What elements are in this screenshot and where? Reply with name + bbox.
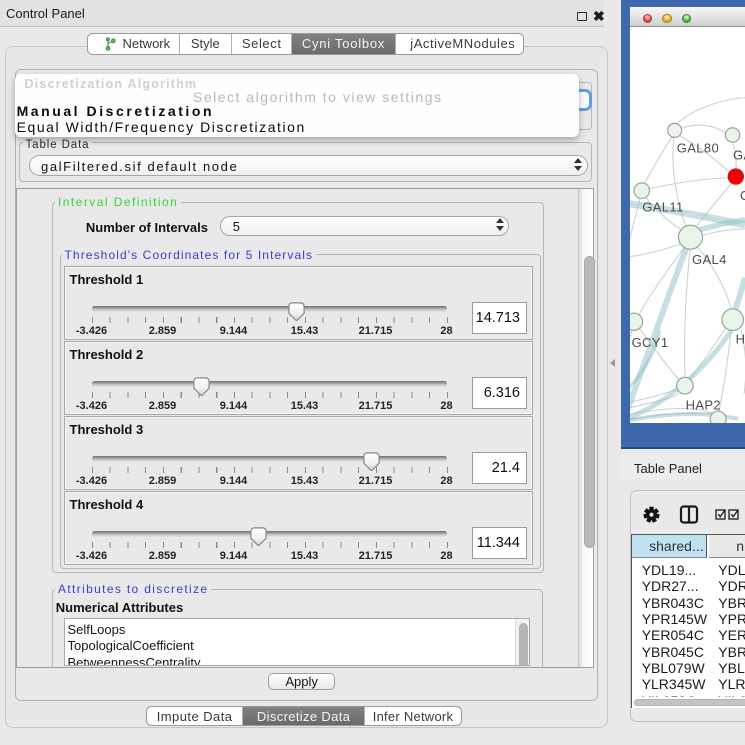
svg-text:GAL80: GAL80: [677, 140, 719, 155]
svg-text:GA: GA: [733, 147, 745, 162]
svg-text:GCY1: GCY1: [632, 334, 669, 349]
svg-text:HAP2: HAP2: [686, 397, 721, 412]
svg-text:H: H: [736, 331, 745, 346]
svg-text:C: C: [740, 187, 745, 202]
svg-text:GAL11: GAL11: [642, 199, 683, 214]
svg-text:GAL4: GAL4: [692, 251, 727, 266]
